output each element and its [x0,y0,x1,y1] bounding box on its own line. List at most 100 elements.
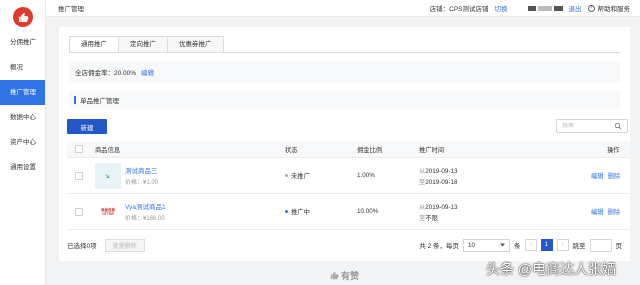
product-thumb-cell [95,158,121,193]
row-checkbox[interactable] [75,207,83,216]
total-count: 共 2 条，每页 [419,243,459,250]
sidebar-item-asset-center[interactable]: 资产中心 [0,130,45,155]
switch-store-link[interactable]: 切换 [495,3,508,13]
delete-link[interactable]: 删除 [608,207,621,216]
product-name-link[interactable]: Vya测试商品1 [125,201,166,211]
help-link[interactable]: ? 帮助和服务 [587,3,631,13]
pagination: 共 2 条，每页 10 条 ‹ 1 › 跳至 页 [419,238,622,252]
store-info: 店铺：CPS测试店铺 [430,3,489,13]
product-name-link[interactable]: 测试商品三 [125,165,158,175]
to-date: 不限 [425,214,438,222]
to-date: 2019-09-18 [425,178,458,186]
page-size-value: 10 [468,241,476,249]
commission-label: 全店佣金率：20.00% [75,67,136,77]
from-date: 2019-09-13 [425,203,458,211]
product-thumbnail[interactable] [95,162,121,189]
page-1-button[interactable]: 1 [540,239,553,251]
search-input[interactable] [562,123,614,129]
header-actions: 操作 [607,146,620,154]
actions-cell: 编辑 删除 [591,194,620,229]
sidebar-item-promotion-management[interactable]: 推广管理 [0,80,45,105]
sidebar-item-data-center[interactable]: 数据中心 [0,105,45,130]
table-row: 商品包装 OTTER Vya测试商品1 价格：¥166.00 推广中 10.00… [67,194,630,230]
prev-page-button[interactable]: ‹ [524,239,537,251]
delete-link[interactable]: 删除 [608,171,621,180]
status-cell: 未推广 [285,158,310,193]
thumbs-up-icon [18,12,29,22]
header-promotion-time: 推广时间 [419,146,445,154]
section-title: 单品推广管理 [80,97,119,105]
sidebar-item-general-settings[interactable]: 通用设置 [0,155,45,180]
tab-coupon-promotion[interactable]: 优惠券推广 [168,36,224,53]
redacted-block [553,5,563,11]
row-actions: 编辑 删除 [591,171,620,180]
start-date: 从2019-09-13 [419,166,458,175]
tab-bar: 通用推广 定向推广 优惠券推广 [69,36,224,53]
selected-count: 已选择0项 [67,243,97,250]
edit-commission-link[interactable]: 编辑 [141,67,154,77]
redacted-block [537,5,552,11]
brand-footer: 有赞 [330,269,359,282]
product-thumbnail[interactable]: 商品包装 OTTER [95,198,121,225]
row-checkbox[interactable] [75,171,83,180]
help-label: 帮助和服务 [597,6,631,13]
commission-rate: 10.00% [357,208,379,215]
end-date: 至2019-09-18 [419,177,458,186]
store-name: CPS测试店铺 [449,6,489,13]
main-card: 通用推广 定向推广 优惠券推广 全店佣金率：20.00% 编辑 单品推广管理 新… [59,27,630,261]
search-icon[interactable] [614,122,622,130]
table-footer: 已选择0项 批量删除 共 2 条，每页 10 条 ‹ 1 › 跳至 页 [67,236,622,254]
new-button[interactable]: 新建 [67,119,107,134]
row-checkbox-cell [75,194,83,229]
product-info: 测试商品三 价格：¥1.00 [125,158,158,193]
tab-divider [69,52,620,53]
edit-link[interactable]: 编辑 [591,171,604,180]
section-header: 单品推广管理 [69,90,620,109]
page-size-unit: 条 [514,243,521,250]
sidebar: 分佣推广 概况 推广管理 数据中心 资产中心 通用设置 [0,0,46,285]
side-nav: 分佣推广 概况 推广管理 数据中心 资产中心 通用设置 [0,30,45,180]
select-all-checkbox[interactable] [75,145,83,153]
actions-cell: 编辑 删除 [591,158,620,193]
topbar: 推广管理 店铺：CPS测试店铺 切换 退出 ? 帮助和服务 [46,0,640,17]
sidebar-item-distribution[interactable]: 分佣推广 [0,30,45,55]
header-status: 状态 [285,146,298,154]
thumbnail-label: 商品包装 OTTER [101,207,115,216]
breadcrumb: 推广管理 [58,6,84,13]
watermark: 头条 @电商达人张嫱 [486,261,617,277]
tab-targeted-promotion[interactable]: 定向推广 [119,36,168,53]
goto-label: 跳至 [572,243,586,250]
commission-rate: 1.00% [357,172,375,179]
caret-down-icon [500,243,505,247]
header-product-info: 商品信息 [95,146,121,154]
goto-page-input[interactable] [589,238,612,252]
section-marker [74,95,76,104]
table-row: 测试商品三 价格：¥1.00 未推广 1.00% 从2019-09-13 至20… [67,158,630,194]
product-price: 价格：¥166.00 [125,216,165,222]
help-icon: ? [587,4,595,12]
start-date: 从2019-09-13 [419,202,458,211]
image-placeholder-icon [105,173,110,178]
logout-link[interactable]: 退出 [569,3,582,13]
end-date: 至不限 [419,213,458,222]
store-commission-bar: 全店佣金率：20.00% 编辑 [69,62,620,82]
promotion-dates: 从2019-09-13 至不限 [419,202,458,222]
top-right: 店铺：CPS测试店铺 切换 退出 ? 帮助和服务 [430,3,640,13]
status-dot [285,210,288,213]
page-size-select[interactable]: 10 [463,238,510,252]
table-header: 商品信息 状态 佣金比例 推广时间 操作 [67,141,630,158]
select-all-cell [75,141,83,157]
product-thumb-cell: 商品包装 OTTER [95,194,121,229]
tab-general-promotion[interactable]: 通用推广 [69,36,119,53]
edit-link[interactable]: 编辑 [591,207,604,216]
promotion-time-cell: 从2019-09-13 至2019-09-18 [419,158,458,193]
next-page-button[interactable]: › [556,239,569,251]
batch-delete-button[interactable]: 批量删除 [104,238,145,252]
product-info: Vya测试商品1 价格：¥166.00 [125,194,166,229]
sidebar-item-overview[interactable]: 概况 [0,55,45,80]
store-label: 店铺： [429,6,450,13]
brand-name: 有赞 [341,271,360,281]
logo[interactable] [13,7,33,27]
commission-value: 20.00% [114,70,137,77]
commission-label-text: 全店佣金率： [75,70,114,77]
